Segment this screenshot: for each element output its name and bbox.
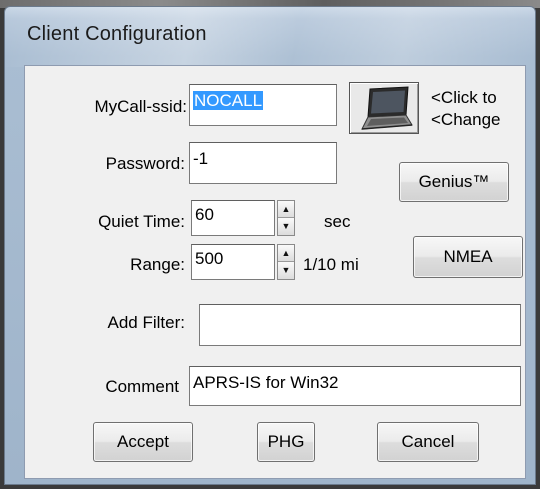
mycall-label: MyCall-ssid:: [94, 97, 187, 116]
range-unit: 1/10 mi: [303, 255, 359, 274]
quiet-time-input[interactable]: 60: [191, 200, 275, 236]
password-input[interactable]: -1: [189, 142, 337, 184]
mycall-selected-text: NOCALL: [193, 91, 264, 110]
range-down-icon[interactable]: ▼: [278, 262, 294, 279]
symbol-hint-line1: <Click to: [431, 88, 497, 107]
nmea-button[interactable]: NMEA: [413, 236, 523, 278]
genius-button[interactable]: Genius™: [399, 162, 509, 202]
comment-label: Comment: [105, 377, 179, 396]
add-filter-label: Add Filter:: [107, 313, 185, 332]
quiet-time-up-icon[interactable]: ▲: [278, 201, 294, 218]
client-configuration-window: Client Configuration MyCall-ssid: NOCALL…: [4, 6, 536, 485]
phg-button[interactable]: PHG: [257, 422, 315, 462]
quiet-time-label: Quiet Time:: [98, 212, 185, 231]
symbol-button[interactable]: [349, 82, 419, 134]
range-label: Range:: [130, 255, 185, 274]
symbol-hint-line2: <Change: [431, 110, 501, 129]
cancel-button[interactable]: Cancel: [377, 422, 479, 462]
accept-button[interactable]: Accept: [93, 422, 193, 462]
mycall-input[interactable]: NOCALL: [189, 84, 337, 126]
laptop-icon: [361, 86, 413, 130]
window-title: Client Configuration: [27, 23, 207, 45]
password-label: Password:: [105, 154, 185, 173]
comment-input[interactable]: APRS-IS for Win32: [189, 366, 521, 406]
quiet-time-down-icon[interactable]: ▼: [278, 218, 294, 235]
range-spinner[interactable]: ▲ ▼: [277, 244, 295, 280]
add-filter-input[interactable]: [199, 304, 521, 346]
quiet-time-spinner[interactable]: ▲ ▼: [277, 200, 295, 236]
quiet-time-unit: sec: [324, 212, 351, 231]
dialog-body: MyCall-ssid: NOCALL <Click to <Change Pa…: [24, 65, 526, 479]
range-up-icon[interactable]: ▲: [278, 245, 294, 262]
range-input[interactable]: 500: [191, 244, 275, 280]
